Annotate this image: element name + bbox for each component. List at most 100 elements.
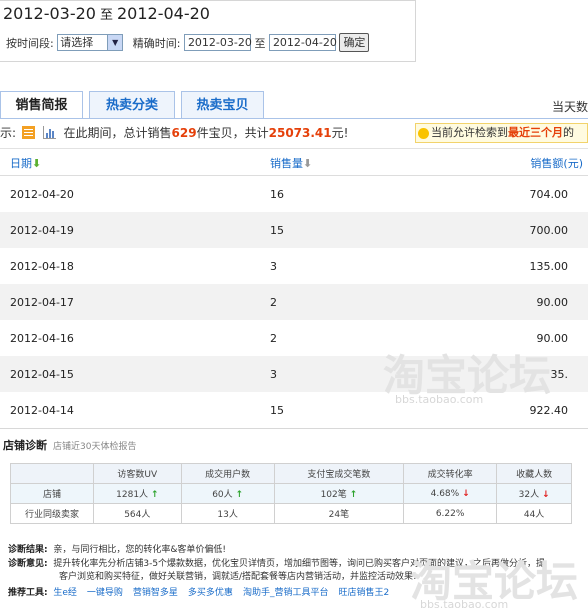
cell-date: 2012-04-20	[10, 188, 74, 201]
period-select[interactable]: 请选择 ▼	[57, 34, 124, 51]
column-header-amount-label: 销售额(元)	[530, 157, 583, 170]
summary-amount: 25073.41	[268, 125, 332, 140]
range-separator: 至	[99, 8, 113, 23]
diagnosis-advice-cont: 客户浏览和购买特征，做好关联营销，调就适/搭配套餐等店内营销活动，并监控活动效果…	[59, 569, 417, 582]
table-row: 2012-04-20 16 704.00	[0, 176, 588, 212]
diagnosis-header: 店铺诊断 店铺近30天体检报告	[3, 437, 136, 453]
diagnosis-shop-row: 店铺 1281人 ↑ 60人 ↑ 102笔 ↑ 4.68% ↓ 32人 ↓	[10, 483, 572, 504]
industry-orders: 24笔	[273, 503, 405, 524]
tool-link[interactable]: 营销智多星	[133, 588, 178, 598]
tool-link[interactable]: 生e经	[53, 588, 77, 598]
cell-amount: 135.00	[529, 260, 569, 273]
notice-text-2: 的	[563, 126, 574, 139]
diagnosis-industry-row: 行业同级卖家 564人 13人 24笔 6.22% 44人	[10, 503, 572, 524]
summary-item-count: 629	[171, 125, 197, 140]
diagnosis-header-buyers: 成交用户数	[180, 463, 275, 484]
summary-prefix: 示:	[0, 126, 17, 140]
cell-date: 2012-04-19	[10, 224, 74, 237]
tool-link[interactable]: 多买多优惠	[188, 588, 233, 598]
result-text: 亲，与同行相比，您的转化率&客单价偏低!	[53, 545, 226, 555]
cell-date: 2012-04-17	[10, 296, 74, 309]
cell-amount: 922.40	[529, 404, 569, 417]
date-range-title: 2012-03-20 至 2012-04-20	[3, 4, 210, 23]
watermark-url: bbs.taobao.com	[420, 598, 509, 611]
column-header-date-label: 日期	[10, 157, 32, 170]
shop-uv-value: 1281人	[116, 490, 149, 500]
shop-uv: 1281人 ↑	[93, 483, 182, 504]
watermark-url: bbs.taobao.com	[395, 393, 484, 406]
tool-link[interactable]: 淘助手_营销工具平台	[243, 588, 329, 598]
arrow-up-icon: ↑	[235, 490, 244, 500]
confirm-button[interactable]: 确定	[339, 33, 370, 52]
cell-quantity: 15	[270, 404, 284, 417]
exact-start-input[interactable]: 2012-03-20	[183, 34, 252, 51]
shop-favorites: 32人 ↓	[496, 483, 572, 504]
chart-view-icon[interactable]	[42, 126, 56, 139]
column-header-quantity-label: 销售量	[270, 157, 303, 170]
sales-table-header: 日期⬇ 销售量⬇ 销售额(元)	[0, 148, 588, 176]
tab-hot-categories[interactable]: 热卖分类	[89, 91, 175, 118]
cell-date: 2012-04-16	[10, 332, 74, 345]
exact-time-label: 精确时间:	[132, 36, 181, 50]
diagnosis-header-uv: 访客数UV	[93, 463, 182, 484]
cell-date: 2012-04-18	[10, 260, 74, 273]
diagnosis-table-header: 访客数UV 成交用户数 支付宝成交笔数 成交转化率 收藏人数	[10, 463, 572, 484]
diagnosis-table: 访客数UV 成交用户数 支付宝成交笔数 成交转化率 收藏人数 店铺 1281人 …	[10, 463, 572, 524]
time-filter-row: 按时间段: 请选择 ▼ 精确时间: 2012-03-20 至 2012-04-20…	[6, 33, 370, 52]
shop-conversion-value: 4.68%	[430, 488, 460, 499]
recommended-tools: 推荐工具: 生e经 一键导购 营销智多星 多买多优惠 淘助手_营销工具平台 旺店销售王2	[8, 585, 399, 598]
sales-summary: 示: 在此期间，总计销售629件宝贝，共计25073.41元!	[0, 124, 348, 142]
tools-label: 推荐工具:	[8, 588, 48, 598]
notice-text-1: 当前允许检索到	[431, 126, 508, 139]
cell-quantity: 16	[270, 188, 284, 201]
arrow-down-icon: ↓	[541, 490, 550, 500]
shop-label: 店铺	[10, 483, 94, 504]
summary-text-3: 元!	[331, 126, 349, 140]
advice-text-2: 客户浏览和购买特征，做好关联营销，调就适/搭配套餐等店内营销活动，并监控活动效果…	[59, 572, 417, 582]
shop-conversion: 4.68% ↓	[403, 483, 498, 504]
shop-favorites-value: 32人	[518, 490, 540, 500]
chevron-down-icon[interactable]: ▼	[107, 35, 123, 50]
column-header-quantity[interactable]: 销售量⬇	[270, 155, 312, 171]
cell-amount: 700.00	[529, 224, 569, 237]
diagnosis-header-orders: 支付宝成交笔数	[273, 463, 405, 484]
diagnosis-header-blank	[10, 463, 94, 484]
sort-down-arrow-icon[interactable]: ⬇	[32, 157, 41, 170]
exact-separator: 至	[254, 36, 266, 50]
cell-quantity: 2	[270, 332, 277, 345]
tool-link[interactable]: 一键导购	[87, 588, 123, 598]
cell-quantity: 15	[270, 224, 284, 237]
shop-buyers-value: 60人	[212, 490, 233, 500]
column-header-date[interactable]: 日期⬇	[10, 155, 41, 171]
result-label: 诊断结果:	[8, 545, 48, 555]
period-label: 按时间段:	[6, 36, 54, 50]
table-row: 2012-04-19 15 700.00	[0, 212, 588, 248]
cell-date: 2012-04-15	[10, 368, 74, 381]
industry-label: 行业同级卖家	[10, 503, 94, 524]
cell-amount: 35.	[550, 368, 569, 381]
tab-sales-summary[interactable]: 销售简报	[0, 91, 83, 119]
period-select-value: 请选择	[60, 36, 94, 49]
column-header-amount[interactable]: 销售额(元)	[530, 155, 583, 171]
table-row: 2012-04-17 2 90.00	[0, 284, 588, 320]
today-data-link[interactable]: 当天数	[552, 98, 588, 115]
arrow-down-icon: ↓	[462, 488, 470, 499]
industry-buyers: 13人	[180, 503, 275, 524]
tool-link[interactable]: 旺店销售王2	[338, 588, 389, 598]
notice-highlight: 最近三个月	[508, 126, 563, 139]
list-view-icon[interactable]	[21, 126, 35, 139]
range-end: 2012-04-20	[117, 4, 210, 23]
shop-buyers: 60人 ↑	[180, 483, 275, 504]
diagnosis-header-conversion: 成交转化率	[403, 463, 498, 484]
sort-down-arrow-icon[interactable]: ⬇	[303, 157, 312, 170]
tab-hot-items[interactable]: 热卖宝贝	[181, 91, 264, 118]
arrow-up-icon: ↑	[349, 490, 358, 500]
shop-orders-value: 102笔	[320, 490, 347, 500]
summary-text-2: 件宝贝，共计	[196, 126, 269, 140]
cell-date: 2012-04-14	[10, 404, 74, 417]
diagnosis-title: 店铺诊断	[3, 439, 47, 452]
cell-amount: 704.00	[529, 188, 569, 201]
exact-end-input[interactable]: 2012-04-20	[268, 34, 337, 51]
range-start: 2012-03-20	[3, 4, 96, 23]
advice-label: 诊断意见:	[8, 559, 48, 569]
